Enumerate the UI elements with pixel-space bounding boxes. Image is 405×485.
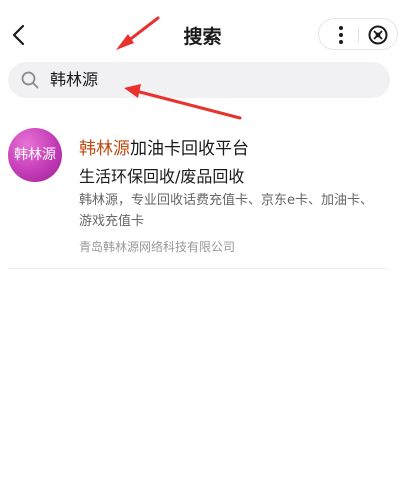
result-divider (8, 268, 388, 269)
result-title-rest: 加油卡回收平台 (130, 139, 249, 159)
search-icon (21, 71, 39, 89)
result-description: 韩林源，专业回收话费充值卡、京东e卡、加油卡、游戏充值卡 (79, 193, 373, 229)
logo-text: 韩林源 (14, 147, 56, 163)
result-title: 韩林源加油卡回收平台 (79, 134, 249, 159)
result-logo: 韩林源 (8, 128, 62, 182)
close-button[interactable] (366, 23, 390, 47)
header: 搜索 (0, 0, 405, 68)
result-company: 青岛韩林源网络科技有限公司 (79, 240, 236, 254)
more-vertical-icon (339, 26, 343, 44)
result-title-highlight: 韩林源 (79, 139, 130, 159)
search-query: 韩林源 (50, 70, 99, 89)
capsule-divider (358, 27, 359, 43)
mini-program-capsule (318, 18, 398, 50)
more-button[interactable] (329, 23, 353, 47)
search-result-item[interactable]: 韩林源 韩林源加油卡回收平台 生活环保回收/废品回收 韩林源，专业回收话费充值卡… (0, 120, 405, 270)
search-screen: 搜索 韩林源 韩林源 韩林源加油卡回收平台 生活环保回收/废品回收 韩林源，专业… (0, 0, 405, 485)
search-input[interactable]: 韩林源 (8, 62, 390, 98)
result-subtitle: 生活环保回收/废品回收 (79, 167, 245, 186)
close-circle-icon (368, 25, 388, 45)
